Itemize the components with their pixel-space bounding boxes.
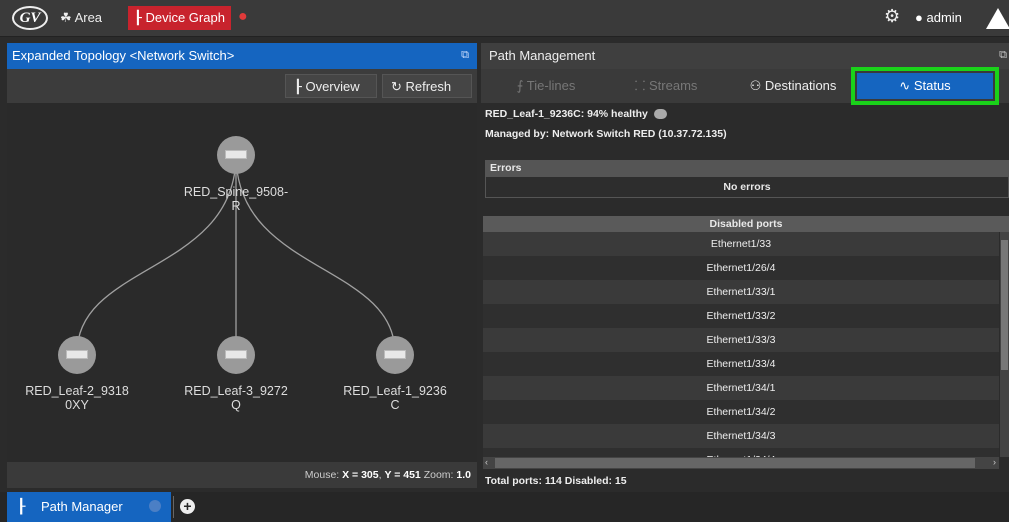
location-pin-icon[interactable]: ● [238, 8, 248, 26]
area-label: Area [74, 10, 103, 25]
zoom-prefix: Zoom: [423, 469, 454, 481]
pulse-icon: ∿ [899, 78, 911, 93]
spine-node[interactable] [217, 136, 255, 174]
refresh-icon: ↻ [391, 79, 402, 94]
list-item: Ethernet1/33/1 [483, 280, 999, 304]
mouse-y: Y = 451 [384, 469, 421, 481]
tab-streams[interactable]: ⸬ Streams [611, 73, 721, 99]
tab-path-manager[interactable]: ┠ Path Manager [7, 492, 171, 522]
leaf2-node-label: RED_Leaf-2_9318 0XY [25, 384, 129, 412]
list-item: Ethernet1/33/3 [483, 328, 999, 352]
tab-tie-lines-label: Tie-lines [526, 78, 576, 93]
overview-button[interactable]: ┠ Overview [285, 74, 377, 98]
top-bar: GV ☘ Area ┠ Device Graph ● ⚙ ● admin [0, 0, 1009, 37]
overview-icon: ┠ [294, 79, 302, 94]
leaf2-node[interactable] [58, 336, 96, 374]
scrollbar-thumb[interactable] [1001, 240, 1008, 370]
mouse-x: X = 305 [342, 469, 379, 481]
switch-icon [66, 350, 88, 359]
switch-icon [384, 350, 406, 359]
topology-panel-header: Expanded Topology <Network Switch> ⧉ [7, 43, 477, 69]
spine-node-label: RED_Spine_9508- R [183, 185, 289, 213]
topology-toolbar: ┠ Overview ↻ Refresh [7, 69, 477, 103]
divider [173, 496, 174, 518]
scrollbar-thumb[interactable] [495, 458, 975, 468]
leaf3-node-label: RED_Leaf-3_9272 Q [184, 384, 288, 412]
disabled-ports-list[interactable]: Ethernet1/33 Ethernet1/26/4 Ethernet1/33… [483, 232, 999, 457]
alert-icon[interactable] [986, 8, 1009, 29]
errors-header: Errors [485, 160, 1009, 176]
user-menu[interactable]: ● admin [915, 8, 962, 28]
list-item: Ethernet1/34/3 [483, 424, 999, 448]
close-icon[interactable] [149, 500, 161, 512]
managed-by: Managed by: Network Switch RED (10.37.72… [485, 128, 727, 140]
list-item: Ethernet1/33/4 [483, 352, 999, 376]
path-manager-icon: ┠ [17, 498, 26, 514]
switch-icon [225, 150, 247, 159]
refresh-button[interactable]: ↻ Refresh [382, 74, 472, 98]
graph-status-bar: Mouse: X = 305, Y = 451 Zoom: 1.0 [7, 462, 477, 488]
list-item: Ethernet1/33/2 [483, 304, 999, 328]
popout-icon[interactable]: ⧉ [461, 49, 469, 62]
mouse-readout: Mouse: X = 305, Y = 451 Zoom: 1.0 [304, 469, 471, 481]
tie-lines-icon: ⨍ [516, 78, 524, 93]
switch-icon [653, 109, 667, 120]
path-management-tabs: ⨍ Tie-lines ⸬ Streams ⚇ Destinations ∿ S… [481, 67, 1009, 105]
popout-icon[interactable]: ⧉ [999, 49, 1007, 62]
tab-path-manager-label: Path Manager [41, 499, 123, 514]
add-tab-icon[interactable]: + [180, 499, 195, 514]
topology-panel-title: Expanded Topology <Network Switch> [12, 48, 235, 63]
vertical-scrollbar[interactable] [1000, 232, 1009, 457]
horizontal-scrollbar[interactable]: ‹ › [483, 457, 999, 469]
disabled-ports-header: Disabled ports [483, 216, 1009, 232]
leaf1-node[interactable] [376, 336, 414, 374]
path-management-title: Path Management [489, 48, 596, 63]
topology-graph[interactable]: RED_Spine_9508- R RED_Leaf-2_9318 0XY RE… [7, 103, 477, 462]
area-icon: ☘ [60, 10, 72, 25]
health-summary: RED_Leaf-1_9236C: 94% healthy [485, 108, 667, 120]
path-management-header: Path Management ⧉ [481, 43, 1009, 69]
user-icon: ● [915, 10, 923, 25]
tab-destinations[interactable]: ⚇ Destinations [733, 73, 853, 99]
tab-status[interactable]: ∿ Status [851, 67, 999, 105]
list-item: Ethernet1/34/2 [483, 400, 999, 424]
refresh-label: Refresh [405, 79, 452, 94]
tab-status-label: Status [913, 78, 951, 93]
tab-destinations-label: Destinations [764, 78, 837, 93]
area-nav-item[interactable]: ☘ Area [60, 8, 102, 28]
destinations-icon: ⚇ [749, 78, 762, 93]
list-item: Ethernet1/34/4 [483, 448, 999, 457]
switch-icon [225, 350, 247, 359]
mouse-prefix: Mouse: [304, 469, 340, 481]
leaf3-node[interactable] [217, 336, 255, 374]
zoom-value: 1.0 [456, 469, 471, 481]
errors-body: No errors [485, 176, 1009, 198]
list-item: Ethernet1/26/4 [483, 256, 999, 280]
tab-streams-label: Streams [649, 78, 698, 93]
ports-totals: Total ports: 114 Disabled: 15 [485, 475, 627, 487]
streams-icon: ⸬ [634, 78, 646, 93]
tab-tie-lines[interactable]: ⨍ Tie-lines [491, 73, 601, 99]
user-label: admin [926, 10, 962, 25]
device-graph-label: Device Graph [145, 10, 225, 25]
overview-label: Overview [305, 79, 360, 94]
device-graph-icon: ┠ [134, 10, 142, 25]
bottom-tab-bar: ┠ Path Manager + [0, 492, 1009, 522]
scroll-right-icon[interactable]: › [993, 457, 996, 467]
health-text: RED_Leaf-1_9236C: 94% healthy [485, 108, 648, 120]
gear-icon[interactable]: ⚙ [884, 6, 900, 27]
gv-logo[interactable]: GV [12, 6, 48, 30]
leaf1-node-label: RED_Leaf-1_9236 C [343, 384, 447, 412]
device-graph-nav-item[interactable]: ┠ Device Graph [128, 6, 231, 30]
list-item: Ethernet1/33 [483, 232, 999, 256]
scroll-left-icon[interactable]: ‹ [485, 457, 488, 467]
list-item: Ethernet1/34/1 [483, 376, 999, 400]
